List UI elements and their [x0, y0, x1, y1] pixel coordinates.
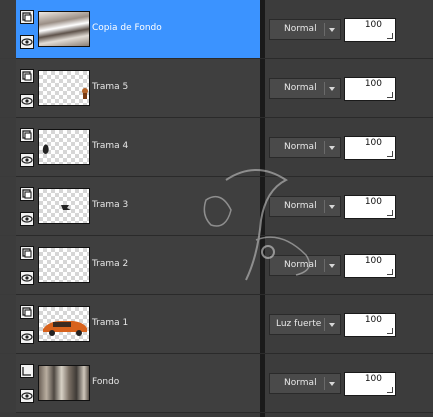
layer-name[interactable]: Copia de Fondo	[92, 23, 162, 33]
resize-grip-icon	[387, 151, 393, 157]
layer-row-copia-de-fondo[interactable]: Copia de Fondo Normal 100	[0, 0, 433, 59]
opacity-value: 100	[364, 20, 382, 30]
raster-layer-icon[interactable]	[20, 187, 34, 201]
raster-layer-icon[interactable]	[20, 10, 34, 24]
raster-layer-icon[interactable]	[20, 305, 34, 319]
blend-mode-dropdown[interactable]: Normal	[269, 373, 341, 394]
resize-grip-icon	[387, 269, 393, 275]
opacity-value: 100	[364, 374, 382, 384]
background-layer-icon[interactable]	[20, 364, 34, 378]
layer-thumbnail	[38, 188, 90, 224]
layer-name[interactable]: Trama 1	[92, 318, 128, 328]
opacity-field[interactable]: 100	[344, 195, 396, 219]
blend-mode-dropdown[interactable]: Normal	[269, 78, 341, 99]
layer-name[interactable]: Fondo	[92, 377, 119, 387]
blend-mode-value: Normal	[284, 83, 317, 93]
chevron-down-icon	[329, 264, 335, 268]
eye-icon[interactable]	[20, 153, 34, 167]
resize-grip-icon	[387, 92, 393, 98]
layer-name[interactable]: Trama 3	[92, 200, 128, 210]
blend-mode-dropdown[interactable]: Normal	[269, 255, 341, 276]
opacity-field[interactable]: 100	[344, 372, 396, 396]
layer-row-fondo[interactable]: Fondo Normal 100	[0, 354, 433, 413]
opacity-value: 100	[364, 79, 382, 89]
opacity-value: 100	[364, 138, 382, 148]
eye-icon[interactable]	[20, 271, 34, 285]
chevron-down-icon	[329, 323, 335, 327]
blend-mode-dropdown[interactable]: Normal	[269, 137, 341, 158]
layer-thumbnail	[38, 247, 90, 283]
layer-name[interactable]: Trama 2	[92, 259, 128, 269]
layer-thumbnail	[38, 11, 90, 47]
chevron-down-icon	[329, 146, 335, 150]
layer-thumbnail	[38, 306, 90, 342]
layer-row-trama-3[interactable]: Trama 3 Normal 100	[0, 177, 433, 236]
layer-row-trama-2[interactable]: Trama 2 Normal 100	[0, 236, 433, 295]
eye-icon[interactable]	[20, 94, 34, 108]
resize-grip-icon	[387, 210, 393, 216]
chevron-down-icon	[329, 205, 335, 209]
blend-mode-value: Normal	[284, 142, 317, 152]
raster-layer-icon[interactable]	[20, 69, 34, 83]
layers-panel: Copia de Fondo Normal 100 Trama 5 Normal	[0, 0, 433, 417]
layer-thumbnail	[38, 70, 90, 106]
blend-mode-value: Luz fuerte	[276, 319, 322, 329]
opacity-field[interactable]: 100	[344, 18, 396, 42]
blend-mode-value: Normal	[284, 24, 317, 34]
blend-mode-value: Normal	[284, 260, 317, 270]
blend-mode-dropdown[interactable]: Normal	[269, 196, 341, 217]
raster-layer-icon[interactable]	[20, 128, 34, 142]
raster-layer-icon[interactable]	[20, 246, 34, 260]
layer-row-trama-4[interactable]: Trama 4 Normal 100	[0, 118, 433, 177]
opacity-value: 100	[364, 256, 382, 266]
chevron-down-icon	[329, 382, 335, 386]
blend-mode-value: Normal	[284, 201, 317, 211]
layer-name[interactable]: Trama 5	[92, 82, 128, 92]
layer-row-trama-1[interactable]: Trama 1 Luz fuerte 100	[0, 295, 433, 354]
opacity-field[interactable]: 100	[344, 136, 396, 160]
resize-grip-icon	[387, 387, 393, 393]
opacity-field[interactable]: 100	[344, 254, 396, 278]
blend-mode-dropdown[interactable]: Normal	[269, 19, 341, 40]
resize-grip-icon	[387, 328, 393, 334]
eye-icon[interactable]	[20, 330, 34, 344]
opacity-field[interactable]: 100	[344, 77, 396, 101]
eye-icon[interactable]	[20, 212, 34, 226]
eye-icon[interactable]	[20, 35, 34, 49]
layer-name[interactable]: Trama 4	[92, 141, 128, 151]
layer-thumbnail	[38, 129, 90, 165]
blend-mode-value: Normal	[284, 378, 317, 388]
eye-icon[interactable]	[20, 389, 34, 403]
layer-thumbnail	[38, 365, 90, 401]
blend-mode-dropdown[interactable]: Luz fuerte	[269, 314, 341, 335]
layer-row-trama-5[interactable]: Trama 5 Normal 100	[0, 59, 433, 118]
chevron-down-icon	[329, 28, 335, 32]
chevron-down-icon	[329, 87, 335, 91]
opacity-field[interactable]: 100	[344, 313, 396, 337]
opacity-value: 100	[364, 315, 382, 325]
resize-grip-icon	[387, 33, 393, 39]
opacity-value: 100	[364, 197, 382, 207]
